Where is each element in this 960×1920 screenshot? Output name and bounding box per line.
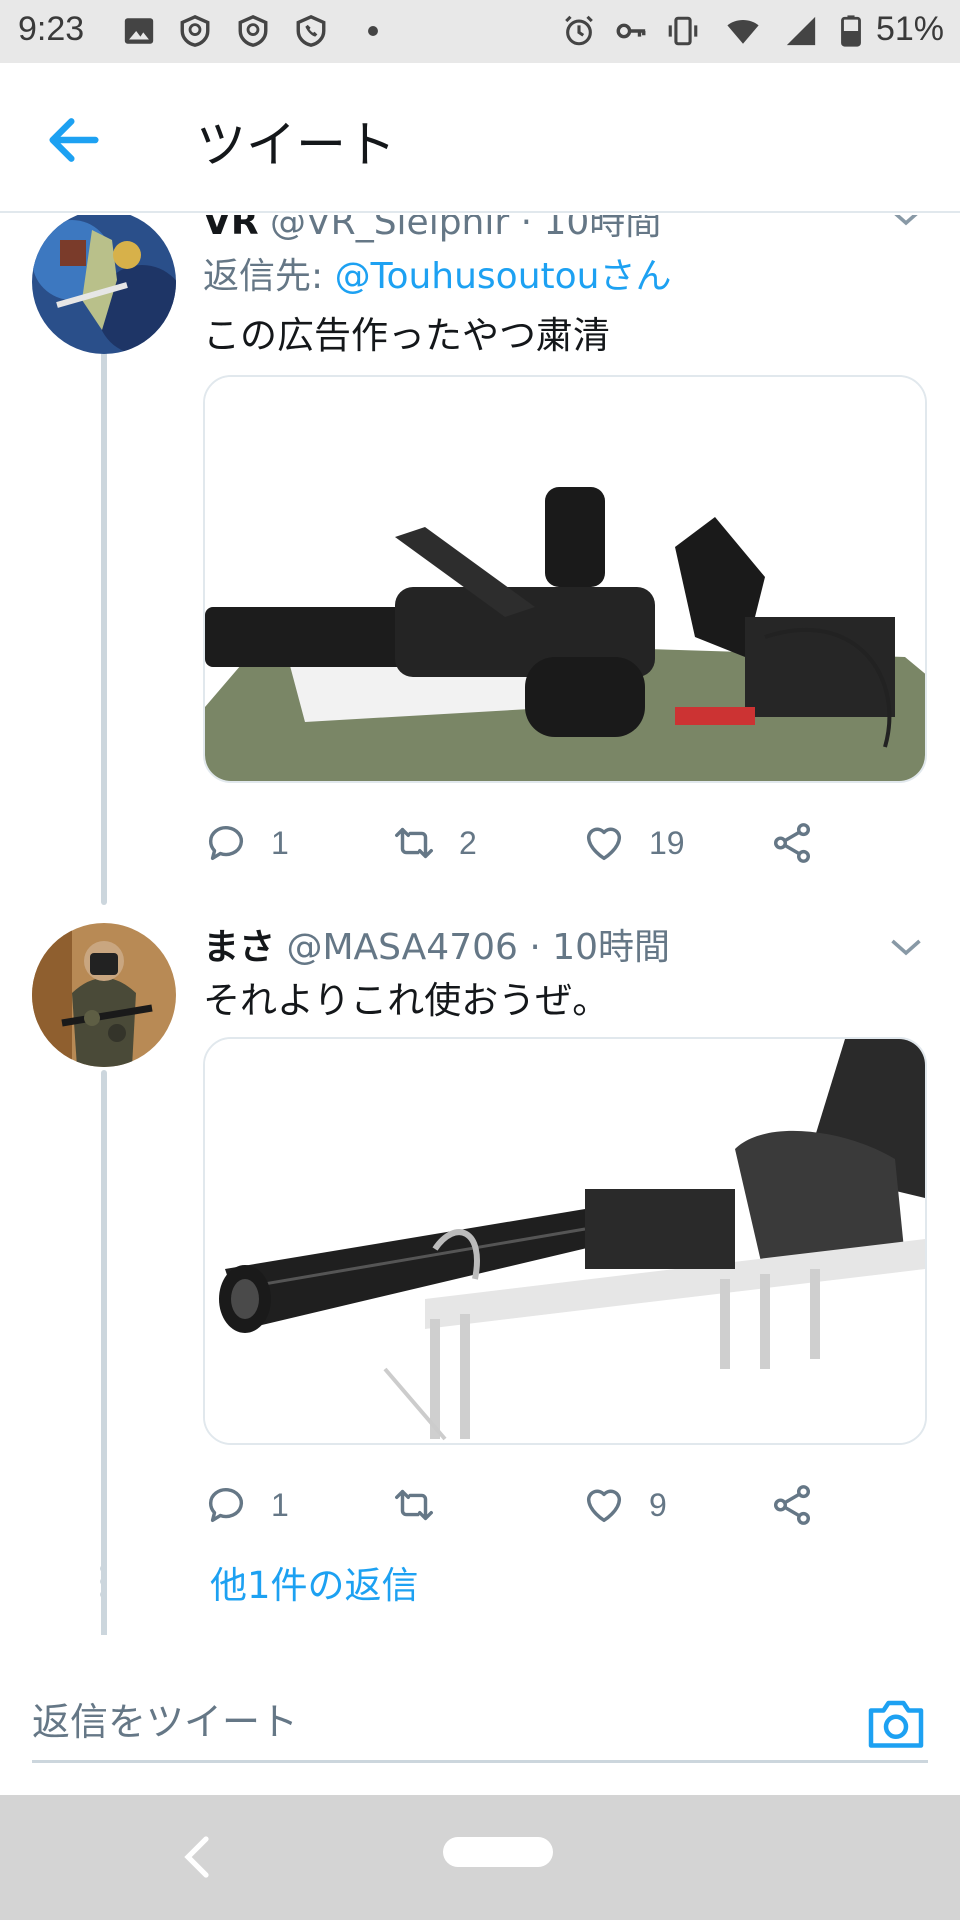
reply-button[interactable]: 1 — [203, 815, 289, 871]
reply-handle-link[interactable]: @Touhusoutou — [335, 256, 600, 297]
reply-bar — [0, 1655, 960, 1795]
tweet-text: それよりこれ使おうぜ。 — [203, 979, 610, 1022]
thread-dots — [100, 1565, 108, 1604]
nav-home-pill[interactable] — [443, 1837, 553, 1867]
tweet-thread: VR @VR_Sleipnir · 10時間 返信先: @Touhusoutou… — [0, 215, 960, 1635]
chevron-down-icon[interactable] — [888, 215, 924, 229]
like-button[interactable]: 9 — [581, 1477, 667, 1533]
heart-icon — [586, 827, 622, 861]
tweet-image[interactable] — [203, 375, 927, 783]
share-icon — [773, 823, 811, 863]
avatar[interactable] — [32, 215, 176, 354]
reply-icon — [208, 826, 244, 861]
share-button[interactable] — [769, 815, 837, 871]
like-button[interactable]: 19 — [581, 815, 685, 871]
user-handle[interactable]: @VR_Sleipnir — [270, 215, 509, 243]
tweet-image[interactable] — [203, 1037, 927, 1445]
image-icon — [124, 18, 154, 44]
status-time: 9:23 — [18, 10, 85, 48]
vibrate-icon — [668, 16, 698, 46]
tweet-header: VR @VR_Sleipnir · 10時間 — [203, 215, 661, 245]
chevron-down-icon[interactable] — [888, 935, 924, 959]
shield-icon — [238, 14, 268, 47]
app-header: ツイート — [0, 63, 960, 213]
thread-line — [101, 345, 107, 905]
like-count: 9 — [649, 1486, 667, 1523]
wifi-icon — [727, 20, 759, 44]
key-icon — [616, 23, 646, 39]
phone-wifi-icon — [296, 14, 326, 47]
camera-icon[interactable] — [866, 1695, 926, 1751]
avatar[interactable] — [32, 923, 176, 1067]
tweet-time: · 10時間 — [517, 927, 671, 968]
battery-icon — [841, 15, 861, 47]
heart-icon — [586, 1489, 622, 1523]
alarm-icon — [565, 15, 593, 46]
tweet-time: · 10時間 — [509, 215, 662, 243]
signal-icon — [786, 16, 816, 46]
battery-percent: 51% — [875, 10, 944, 48]
reply-count: 1 — [271, 824, 289, 861]
thread-line — [101, 1070, 107, 1635]
tweet-header: まさ @MASA4706 · 10時間 — [203, 918, 670, 970]
more-replies-link[interactable]: 他1件の返信 — [210, 1555, 419, 1609]
tweet-text: この広告作ったやつ粛清 — [203, 314, 610, 357]
tweet-actions: 1 2 19 — [203, 815, 927, 871]
retweet-button[interactable]: 2 — [391, 815, 477, 871]
display-name[interactable]: VR — [203, 215, 259, 243]
tweet-actions: 1 9 — [203, 1477, 927, 1533]
nav-back-icon[interactable] — [178, 1833, 218, 1881]
retweet-button[interactable] — [391, 1477, 459, 1533]
reply-button[interactable]: 1 — [203, 1477, 289, 1533]
system-nav-bar — [0, 1795, 960, 1920]
like-count: 19 — [649, 824, 685, 861]
back-arrow-icon[interactable] — [42, 108, 106, 172]
reply-to-line: 返信先: @Touhusoutouさん — [203, 247, 672, 299]
reply-input[interactable] — [32, 1683, 928, 1763]
status-bar: 9:23 51% — [0, 0, 960, 63]
retweet-count: 2 — [459, 824, 477, 861]
share-icon — [773, 1485, 811, 1525]
reply-prefix: 返信先: — [203, 256, 335, 297]
shield-icon — [180, 14, 210, 47]
dot-icon — [368, 26, 378, 36]
reply-count: 1 — [271, 1486, 289, 1523]
reply-icon — [208, 1488, 244, 1523]
retweet-icon — [395, 1489, 433, 1521]
page-title: ツイート — [196, 116, 396, 174]
display-name[interactable]: まさ — [203, 927, 275, 968]
reply-suffix: さん — [599, 256, 672, 297]
user-handle[interactable]: @MASA4706 — [286, 927, 517, 968]
share-button[interactable] — [769, 1477, 837, 1533]
retweet-icon — [395, 827, 433, 859]
